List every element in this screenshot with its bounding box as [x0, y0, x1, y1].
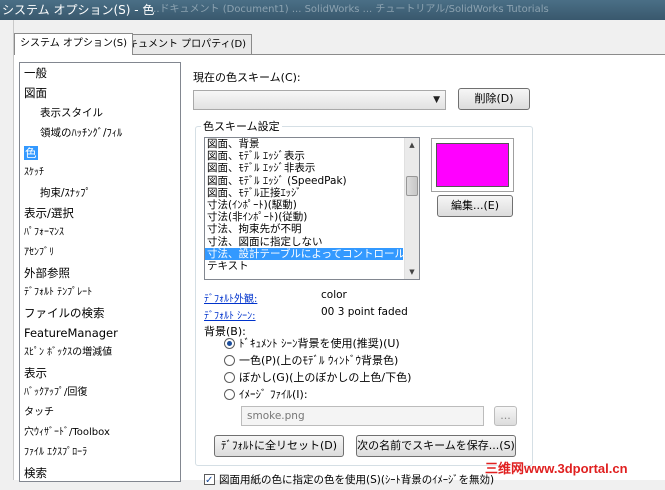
- tree-item-area-hatch[interactable]: 領域のﾊｯﾁﾝｸﾞ/ﾌｨﾙ: [20, 123, 180, 143]
- list-item[interactable]: 図面、ﾓﾃﾞﾙ ｴｯｼﾞ表示: [205, 150, 403, 162]
- tree-item-performance[interactable]: ﾊﾟﾌｫｰﾏﾝｽ: [20, 223, 180, 243]
- radio-document-scene-background[interactable]: ﾄﾞｷｭﾒﾝﾄ ｼｰﾝ背景を使用(推奨)(U): [224, 335, 400, 353]
- radio-plain-color[interactable]: 一色(P)(上のﾓﾃﾞﾙ ｳｨﾝﾄﾞｳ背景色): [224, 352, 398, 370]
- radio-image-file[interactable]: ｲﾒｰｼﾞ ﾌｧｲﾙ(I):: [224, 386, 308, 404]
- tree-item-search[interactable]: 検索: [20, 463, 180, 481]
- title-bar: システム オプション(S) - 色 ...ドキュメント (Document1) …: [0, 0, 665, 20]
- default-appearance-value: color: [321, 289, 347, 301]
- scroll-down-icon[interactable]: ▼: [405, 265, 419, 279]
- browse-image-button[interactable]: ...: [494, 406, 517, 426]
- use-specified-sheet-color-checkbox-row[interactable]: 図面用紙の色に指定の色を使用(S)(ｼｰﾄ背景のｲﾒｰｼﾞを無効): [204, 471, 495, 490]
- radio-button[interactable]: [224, 355, 235, 366]
- tree-item-file-explorer[interactable]: ﾌｧｲﾙ ｴｸｽﾌﾟﾛｰﾗ: [20, 443, 180, 463]
- current-scheme-label: 現在の色スキーム(C):: [193, 71, 301, 84]
- options-tree: 一般 図面 表示スタイル 領域のﾊｯﾁﾝｸﾞ/ﾌｨﾙ 色 ｽｹｯﾁ 拘束/ｽﾅｯ…: [19, 62, 181, 482]
- tab-system-options[interactable]: システム オプション(S): [14, 33, 134, 55]
- list-item[interactable]: 図面、ﾓﾃﾞﾙ ｴｯｼﾞ (SpeedPak): [205, 175, 403, 187]
- tree-item-backup-recover[interactable]: ﾊﾞｯｸｱｯﾌﾟ/回復: [20, 383, 180, 403]
- default-scene-value: 00 3 point faded: [321, 306, 408, 318]
- default-appearance-link[interactable]: ﾃﾞﾌｫﾙﾄ外観:: [204, 290, 257, 305]
- radio-label: ｲﾒｰｼﾞ ﾌｧｲﾙ(I):: [239, 388, 308, 401]
- radio-button[interactable]: [224, 389, 235, 400]
- radio-button[interactable]: [224, 372, 235, 383]
- list-item[interactable]: 図面、ﾓﾃﾞﾙ正接ｴｯｼﾞ: [205, 187, 403, 199]
- tree-item-assemblies[interactable]: ｱｾﾝﾌﾞﾘ: [20, 243, 180, 263]
- radio-gradient[interactable]: ぼかし(G)(上のぼかしの上色/下色): [224, 369, 411, 387]
- radio-label: 一色(P)(上のﾓﾃﾞﾙ ｳｨﾝﾄﾞｳ背景色): [239, 354, 399, 367]
- tree-item-general[interactable]: 一般: [20, 63, 180, 83]
- tree-item-relations-snaps[interactable]: 拘束/ｽﾅｯﾌﾟ: [20, 183, 180, 203]
- tree-item-file-locations[interactable]: ファイルの検索: [20, 303, 180, 323]
- radio-label: ぼかし(G)(上のぼかしの上色/下色): [239, 371, 412, 384]
- tree-item-sketch[interactable]: ｽｹｯﾁ: [20, 163, 180, 183]
- tree-item-view[interactable]: 表示: [20, 363, 180, 383]
- tree-item-default-templates[interactable]: ﾃﾞﾌｫﾙﾄ ﾃﾝﾌﾟﾚｰﾄ: [20, 283, 180, 303]
- radio-label: ﾄﾞｷｭﾒﾝﾄ ｼｰﾝ背景を使用(推奨)(U): [239, 337, 400, 350]
- list-item[interactable]: 図面、ﾓﾃﾞﾙ ｴｯｼﾞ非表示: [205, 162, 403, 174]
- tree-item-hole-wizard-toolbox[interactable]: 穴ｳｨｻﾞｰﾄﾞ/Toolbox: [20, 423, 180, 443]
- tree-item-spin-box-increments[interactable]: ｽﾋﾟﾝ ﾎﾞｯｸｽの増減値: [20, 343, 180, 363]
- reset-defaults-button[interactable]: ﾃﾞﾌｫﾙﾄに全リセット(D): [214, 435, 344, 457]
- list-scrollbar[interactable]: ▲ ▼: [404, 138, 419, 279]
- list-item-selected[interactable]: 寸法、設計テーブルによってコントロール: [205, 247, 403, 260]
- watermark-logo: 三维网www.3dportal.cn: [485, 461, 628, 476]
- list-item[interactable]: テキスト: [205, 260, 403, 272]
- color-scheme-settings-title: 色スキーム設定: [201, 118, 282, 134]
- options-panel: 一般 図面 表示スタイル 領域のﾊｯﾁﾝｸﾞ/ﾌｨﾙ 色 ｽｹｯﾁ 拘束/ｽﾅｯ…: [14, 54, 665, 490]
- image-file-input[interactable]: smoke.png: [241, 406, 484, 426]
- tree-item-display-selection[interactable]: 表示/選択: [20, 203, 180, 223]
- list-item[interactable]: 寸法、拘束先が不明: [205, 223, 403, 235]
- tree-item-external-references[interactable]: 外部参照: [20, 263, 180, 283]
- window-title: システム オプション(S) - 色: [2, 3, 155, 17]
- current-scheme-select[interactable]: ▼: [193, 90, 446, 110]
- delete-scheme-button[interactable]: 削除(D): [458, 88, 530, 110]
- scroll-thumb[interactable]: [406, 176, 418, 196]
- color-items-list: 図面、背景 図面、ﾓﾃﾞﾙ ｴｯｼﾞ表示 図面、ﾓﾃﾞﾙ ｴｯｼﾞ非表示 図面、…: [204, 137, 420, 280]
- list-item[interactable]: 寸法、図面に指定しない: [205, 236, 403, 248]
- list-item[interactable]: 図面、背景: [205, 138, 403, 150]
- edit-color-button[interactable]: 編集...(E): [437, 195, 513, 217]
- tree-item-featuremanager[interactable]: FeatureManager: [20, 323, 180, 343]
- chevron-down-icon: ▼: [433, 95, 440, 105]
- tree-item-touch[interactable]: タッチ: [20, 403, 180, 423]
- tree-item-display-style[interactable]: 表示スタイル: [20, 103, 180, 123]
- left-edge-pane: [0, 20, 14, 480]
- default-scene-link[interactable]: ﾃﾞﾌｫﾙﾄ ｼｰﾝ:: [204, 307, 256, 322]
- tree-item-colors[interactable]: 色: [20, 143, 180, 163]
- list-item[interactable]: 寸法(非ｲﾝﾎﾟｰﾄ)(従動): [205, 211, 403, 223]
- color-swatch: [431, 138, 514, 192]
- scroll-up-icon[interactable]: ▲: [405, 138, 419, 152]
- radio-button[interactable]: [224, 338, 235, 349]
- list-item[interactable]: 寸法(ｲﾝﾎﾟｰﾄ)(駆動): [205, 199, 403, 211]
- tree-item-drawings[interactable]: 図面: [20, 83, 180, 103]
- color-swatch-fill: [436, 143, 509, 187]
- save-scheme-button[interactable]: 次の名前でスキームを保存...(S): [356, 435, 516, 457]
- checkbox-label: 図面用紙の色に指定の色を使用(S)(ｼｰﾄ背景のｲﾒｰｼﾞを無効): [219, 474, 495, 486]
- background-window-title: ...ドキュメント (Document1) ... SolidWorks ...…: [150, 4, 549, 15]
